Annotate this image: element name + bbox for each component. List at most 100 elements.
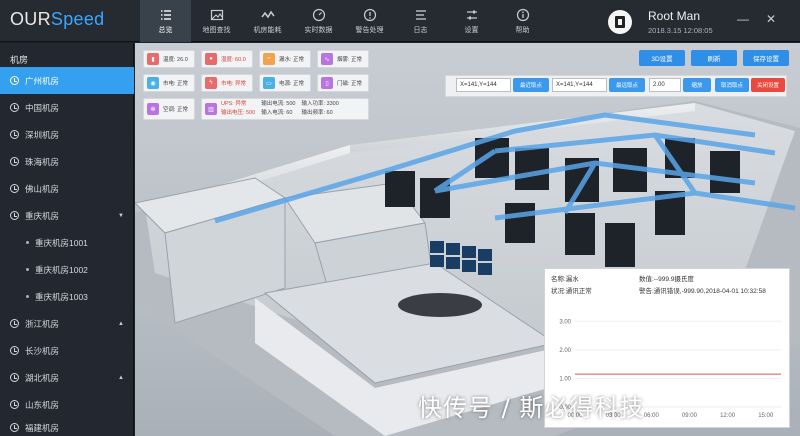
status-card-mains[interactable]: ◉ 市电: 正常 — [143, 74, 195, 92]
sensor-name: 名称:漏水 — [551, 276, 579, 283]
close-settings-button[interactable]: 关闭设置 — [751, 78, 785, 92]
zoom-field[interactable]: 2.00 — [649, 78, 681, 92]
status-card-door[interactable]: ▯ 门磁: 正常 — [317, 74, 369, 92]
avatar[interactable] — [608, 10, 632, 34]
status-card-temperature[interactable]: ▮ 温度: 26.0 — [143, 50, 195, 68]
status-card-aircon[interactable]: ✻ 空调: 正常 — [143, 98, 195, 120]
help-icon — [516, 8, 529, 21]
x-tick-label: 12:00 — [720, 413, 736, 419]
log-icon — [415, 9, 426, 20]
3d-settings-button[interactable]: 3D设置 — [639, 50, 685, 66]
bullet-icon — [26, 295, 29, 298]
sensor-status: 状况:通讯正常 — [551, 288, 592, 295]
pulse-icon — [260, 10, 275, 18]
bulb-icon: ◉ — [147, 77, 159, 89]
nav-overview[interactable]: 总览 — [140, 0, 191, 42]
top-bar: OURSpeed 总览 地图查找 机房能耗 实时数据 警告处理 日志 设置 帮助… — [0, 0, 800, 42]
zoom-button[interactable]: 缩放 — [683, 78, 711, 92]
user-name: Root Man — [648, 9, 701, 23]
alert-icon — [363, 8, 376, 21]
status-card-smoke[interactable]: ∿ 烟雾: 正常 — [317, 50, 369, 68]
status-card-power[interactable]: ▭ 电源: 正常 — [259, 74, 311, 92]
nav-energy[interactable]: 机房能耗 — [242, 0, 293, 42]
ups-col-3: 输入功率: 3300 输出频率: 60 — [301, 101, 339, 116]
minimize-icon[interactable]: — — [736, 12, 750, 26]
nav-alarm[interactable]: 警告处理 — [344, 0, 395, 42]
snowflake-icon: ✻ — [147, 103, 159, 115]
water-leak-icon: ≈ — [263, 53, 275, 65]
chevron-up-icon: ▲ — [118, 374, 124, 381]
app-window: OURSpeed 总览 地图查找 机房能耗 实时数据 警告处理 日志 设置 帮助… — [0, 0, 800, 436]
bullet-icon — [26, 268, 29, 271]
sensor-alarm: 警告:通讯错误,-999.90,2018-04-01 10:32:58 — [639, 288, 766, 295]
nav-map[interactable]: 地图查找 — [191, 0, 242, 42]
sidebar-item-chongqing-1001[interactable]: 重庆机房1001 — [0, 229, 134, 256]
status-card-ups[interactable]: ▥ UPS: 异常 输出电压: 500 输出电流: 500 输入电流: 60 输… — [201, 98, 369, 120]
clock-icon — [10, 184, 19, 193]
close-icon[interactable]: ✕ — [764, 12, 778, 26]
clock-icon — [10, 211, 19, 220]
far-pick-button[interactable]: 最远取点 — [609, 78, 645, 92]
clock-icon — [10, 373, 19, 382]
clock-icon — [10, 346, 19, 355]
clock-icon — [10, 319, 19, 328]
far-point-field[interactable]: X=141,Y=144 — [552, 78, 607, 92]
sidebar-item-zhuhai[interactable]: 珠海机房 — [0, 148, 134, 175]
sidebar-item-hubei[interactable]: 湖北机房 ▲ — [0, 364, 134, 391]
nav-settings[interactable]: 设置 — [446, 0, 497, 42]
nav-help[interactable]: 帮助 — [497, 0, 548, 42]
datacenter-3d-view[interactable]: ▮ 温度: 26.0 ● 湿度: 60.0 ≈ 漏水: 正常 ∿ 烟雾: 正常 ◉ 市电:… — [135, 43, 800, 436]
status-card-leak[interactable]: ≈ 漏水: 正常 — [259, 50, 311, 68]
bullet-icon — [26, 241, 29, 244]
nav-log[interactable]: 日志 — [395, 0, 446, 42]
sidebar-item-fujian[interactable]: 福建机房 — [0, 414, 134, 436]
clock-icon — [10, 76, 19, 85]
sidebar-item-chongqing-1002[interactable]: 重庆机房1002 — [0, 256, 134, 283]
x-tick-label: 09:00 — [682, 413, 698, 419]
thermometer-icon: ▮ — [147, 53, 159, 65]
chevron-down-icon: ▼ — [118, 212, 124, 219]
battery-icon: ▥ — [205, 103, 217, 115]
cancel-pick-button[interactable]: 取消取点 — [715, 78, 749, 92]
clock-icon — [10, 157, 19, 166]
image-icon — [210, 9, 223, 20]
sidebar-title: 机房 — [10, 55, 29, 65]
status-card-mains-alert[interactable]: ϟ 市电: 异常 — [201, 74, 253, 92]
clock-icon — [10, 400, 19, 409]
user-avatar-icon — [615, 16, 625, 28]
clock-icon — [10, 130, 19, 139]
sidebar-item-chongqing-1003[interactable]: 重庆机房1003 — [0, 283, 134, 310]
sidebar-item-guangzhou[interactable]: 广州机房 — [0, 67, 134, 94]
nav-realtime[interactable]: 实时数据 — [293, 0, 344, 42]
clock-icon — [10, 423, 19, 432]
near-pick-button[interactable]: 最近取点 — [513, 78, 549, 92]
clock-icon — [10, 103, 19, 112]
droplet-icon: ● — [205, 53, 217, 65]
monitor-icon: ▭ — [263, 77, 275, 89]
y-tick-label: 3.00 — [559, 319, 571, 325]
sliders-icon — [466, 10, 477, 19]
status-card-humidity[interactable]: ● 湿度: 60.0 — [201, 50, 253, 68]
refresh-button[interactable]: 刷新 — [691, 50, 737, 66]
sidebar-item-chongqing[interactable]: 重庆机房 ▼ — [0, 202, 134, 229]
sidebar-item-zhejiang[interactable]: 浙江机房 ▲ — [0, 310, 134, 337]
door-icon: ▯ — [321, 77, 333, 89]
sidebar-item-changsha[interactable]: 长沙机房 — [0, 337, 134, 364]
sidebar: 机房 广州机房 中国机房 深圳机房 珠海机房 佛山机房 重庆机房 ▼ 重庆机房10… — [0, 43, 134, 436]
y-tick-label: 1.00 — [559, 376, 571, 382]
user-time: 2018.3.15 12:08:05 — [648, 26, 713, 35]
main-nav: 总览 地图查找 机房能耗 实时数据 警告处理 日志 设置 帮助 — [140, 0, 548, 42]
sidebar-item-foshan[interactable]: 佛山机房 — [0, 175, 134, 202]
near-point-field[interactable]: X=141,Y=144 — [456, 78, 511, 92]
app-logo: OURSpeed — [10, 9, 105, 29]
sidebar-item-china[interactable]: 中国机房 — [0, 94, 134, 121]
y-tick-label: 2.00 — [559, 348, 571, 354]
save-settings-button[interactable]: 保存设置 — [743, 50, 789, 66]
sidebar-item-shenzhen[interactable]: 深圳机房 — [0, 121, 134, 148]
gauge-icon — [312, 8, 325, 21]
x-tick-label: 06:00 — [644, 413, 660, 419]
x-tick-label: 15:00 — [758, 413, 774, 419]
list-icon — [160, 9, 171, 20]
lightning-icon: ϟ — [205, 77, 217, 89]
ups-col-2: 输出电流: 500 输入电流: 60 — [261, 101, 296, 116]
